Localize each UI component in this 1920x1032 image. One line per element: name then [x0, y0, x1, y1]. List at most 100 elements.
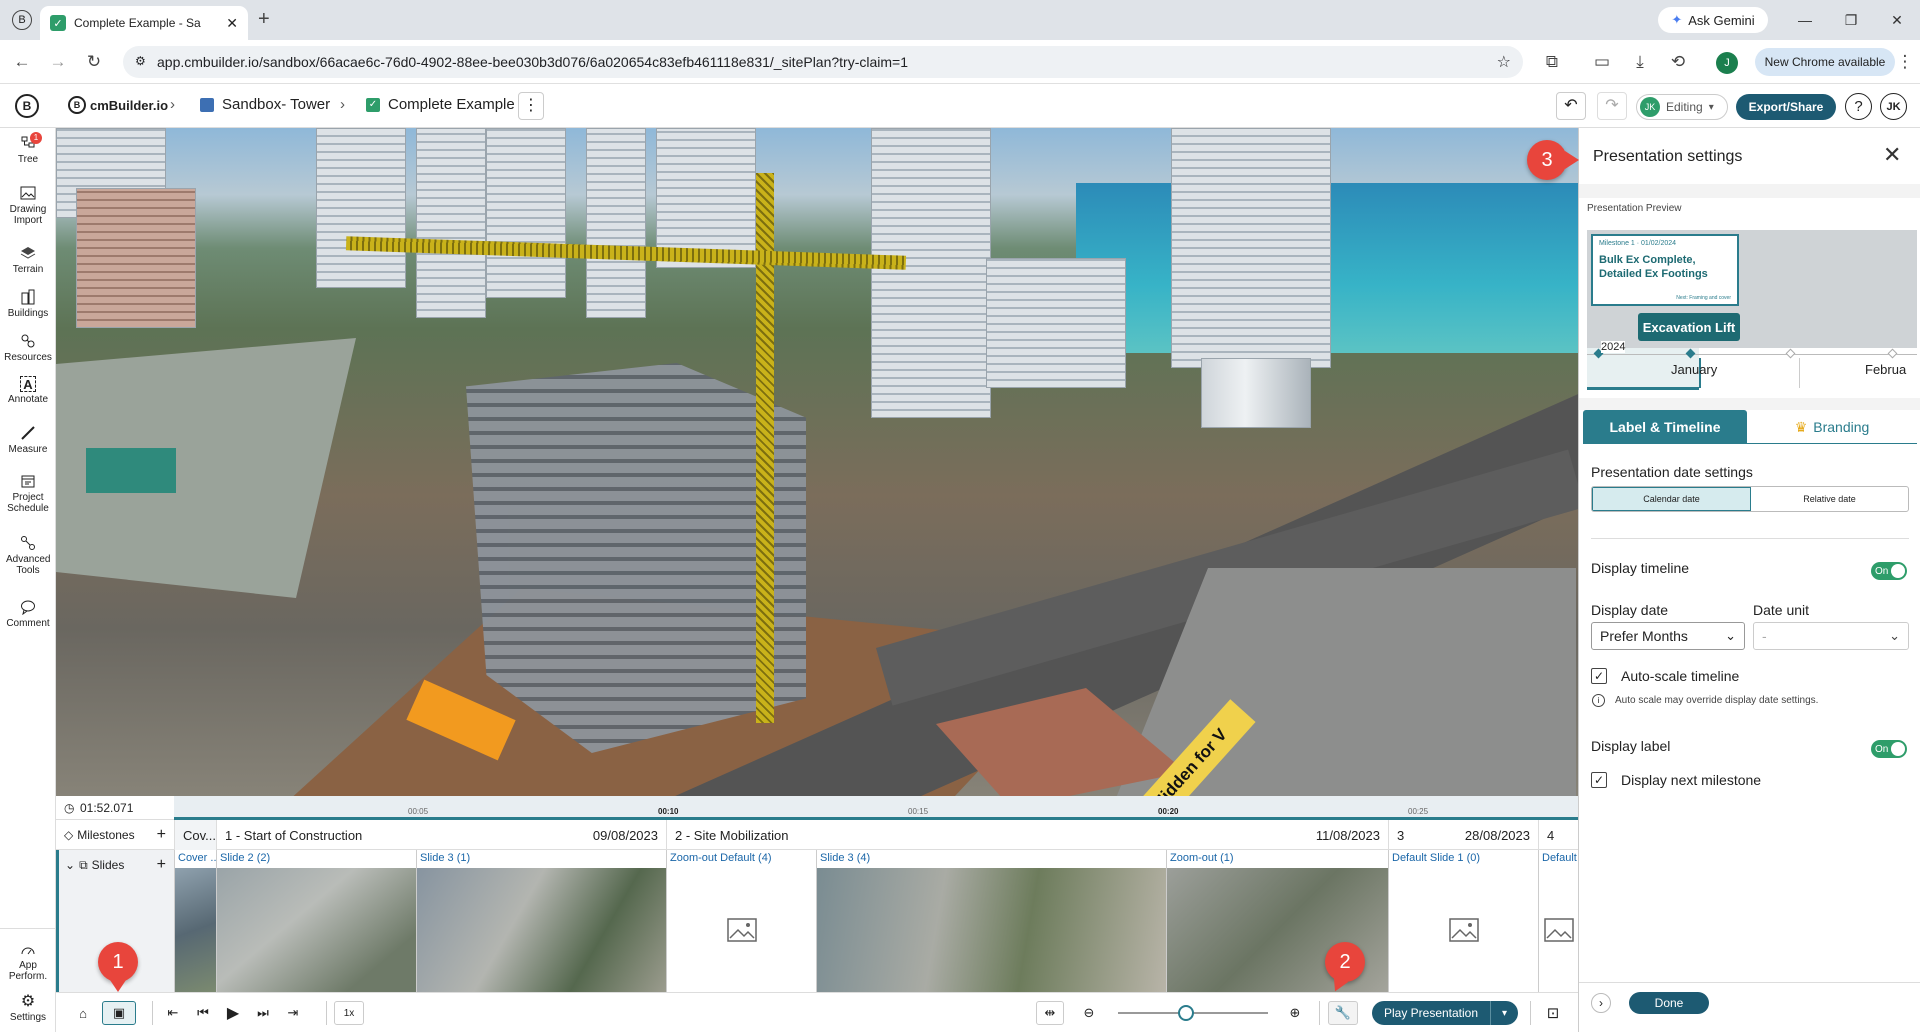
- sidebar-item-app-performance[interactable]: App Perform.: [0, 940, 56, 982]
- chevron-right-icon[interactable]: ›: [1591, 993, 1611, 1013]
- relative-date-option[interactable]: Relative date: [1751, 487, 1908, 511]
- fullscreen-preview-icon[interactable]: ⊡: [1540, 1001, 1566, 1025]
- sidebar-item-advanced-tools[interactable]: Advanced Tools: [0, 534, 56, 576]
- help-icon[interactable]: ?: [1845, 93, 1872, 120]
- chevron-down-icon: ⌄: [1889, 628, 1900, 643]
- milestone-segment[interactable]: Cov...: [174, 820, 216, 850]
- slide-thumbnail[interactable]: Default Slide 1 (0): [1538, 850, 1578, 992]
- current-time: 01:52.071: [80, 801, 134, 815]
- zoom-slider-thumb[interactable]: [1177, 1005, 1194, 1021]
- skip-to-start-icon[interactable]: ⇤: [160, 1001, 186, 1025]
- bookmark-star-icon[interactable]: ☆: [1497, 52, 1511, 72]
- site-info-icon[interactable]: ⚙: [135, 54, 146, 68]
- chevron-down-icon[interactable]: ▾: [1490, 1001, 1518, 1025]
- tab-close-icon[interactable]: ✕: [226, 15, 238, 32]
- minimize-icon[interactable]: —: [1782, 0, 1828, 40]
- redo-icon[interactable]: ↷: [1597, 92, 1627, 120]
- new-chrome-available-button[interactable]: New Chrome available: [1755, 48, 1895, 76]
- window-close-icon[interactable]: ✕: [1874, 0, 1920, 40]
- next-milestone-checkbox[interactable]: ✓: [1591, 772, 1607, 788]
- app-logo-icon[interactable]: B: [15, 94, 39, 118]
- time-ruler[interactable]: 00:05 00:10 00:15 00:20 00:25: [174, 796, 1578, 820]
- sidebar-item-resources[interactable]: Resources: [0, 332, 56, 363]
- slide-thumbnail[interactable]: Slide 3 (1): [416, 850, 666, 992]
- breadcrumb-project[interactable]: Sandbox- Tower: [222, 96, 330, 113]
- chrome-menu-icon[interactable]: ⋮: [1893, 50, 1917, 74]
- slide-thumbnail[interactable]: Slide 3 (4): [816, 850, 1166, 992]
- milestone-segment[interactable]: 3 28/08/2023: [1388, 820, 1538, 850]
- sidebar-item-settings[interactable]: ⚙ Settings: [0, 992, 56, 1023]
- zoom-out-icon[interactable]: ⊖: [1076, 1001, 1102, 1025]
- more-options-icon[interactable]: ⋮: [518, 92, 544, 120]
- annotate-icon: A: [20, 376, 36, 392]
- date-unit-select[interactable]: - ⌄: [1753, 622, 1909, 650]
- presentation-mode-icon[interactable]: ▣: [102, 1001, 136, 1025]
- skip-to-end-icon[interactable]: ⇥: [280, 1001, 306, 1025]
- slide-label: Default Slide 1 (0): [1392, 852, 1481, 864]
- user-avatar[interactable]: JK: [1880, 93, 1907, 120]
- milestone-segment[interactable]: 2 - Site Mobilization 11/08/2023: [666, 820, 1388, 850]
- history-icon[interactable]: ⟲: [1666, 50, 1690, 74]
- display-label-toggle[interactable]: On: [1871, 740, 1907, 758]
- crane-view-icon[interactable]: ⌂: [70, 1001, 96, 1025]
- ask-gemini-button[interactable]: ✦ Ask Gemini: [1658, 7, 1768, 33]
- slide-thumbnail[interactable]: Slide 2 (2): [216, 850, 416, 992]
- fit-timeline-icon[interactable]: ⇹: [1036, 1001, 1064, 1025]
- tab-label-timeline[interactable]: Label & Timeline: [1583, 410, 1747, 444]
- display-date-select[interactable]: Prefer Months ⌄: [1591, 622, 1745, 650]
- play-presentation-button[interactable]: Play Presentation: [1372, 1001, 1490, 1025]
- browser-tab[interactable]: ✓ Complete Example - Sa ✕: [40, 6, 248, 40]
- milestone-segment[interactable]: 1 - Start of Construction 09/08/2023: [216, 820, 666, 850]
- new-tab-icon[interactable]: +: [258, 8, 270, 31]
- extensions-icon[interactable]: ⧉: [1540, 50, 1564, 74]
- playback-speed-button[interactable]: 1x: [334, 1001, 364, 1025]
- chevron-down-icon[interactable]: ⌄: [65, 858, 75, 872]
- annotation-marker-2: 2: [1325, 942, 1365, 982]
- add-milestone-icon[interactable]: +: [157, 826, 166, 844]
- back-icon[interactable]: ←: [10, 50, 34, 74]
- panel-title: Presentation settings: [1593, 148, 1743, 165]
- sidebar-item-annotate[interactable]: A Annotate: [0, 376, 56, 405]
- sidebar-item-buildings[interactable]: Buildings: [0, 288, 56, 319]
- display-timeline-toggle[interactable]: On: [1871, 562, 1907, 580]
- sidebar-item-terrain[interactable]: Terrain: [0, 244, 56, 275]
- preview-month-divider: [1799, 358, 1800, 388]
- slide-thumbnail[interactable]: Default Slide 1 (0): [1388, 850, 1538, 992]
- slide-thumbnail[interactable]: Cover ...: [174, 850, 216, 992]
- zoom-in-icon[interactable]: ⊕: [1282, 1001, 1308, 1025]
- cmbuilder-logo[interactable]: B cmBuilder.io: [68, 96, 168, 114]
- export-share-button[interactable]: Export/Share: [1736, 94, 1836, 120]
- done-button[interactable]: Done: [1629, 992, 1709, 1014]
- profile-avatar[interactable]: J: [1716, 52, 1738, 74]
- reload-icon[interactable]: ↻: [82, 50, 106, 74]
- url-bar[interactable]: ⚙ app.cmbuilder.io/sandbox/66acae6c-76d0…: [123, 46, 1523, 78]
- add-slide-icon[interactable]: +: [157, 856, 166, 874]
- forward-icon[interactable]: →: [46, 50, 70, 74]
- app-menu-icon[interactable]: B: [12, 10, 32, 30]
- editing-mode-dropdown[interactable]: JK Editing ▾: [1636, 94, 1728, 120]
- close-icon[interactable]: ✕: [1883, 142, 1901, 168]
- tab-branding[interactable]: ♛ Branding: [1747, 410, 1917, 444]
- zoom-slider-track[interactable]: [1118, 1005, 1268, 1021]
- sidebar-item-tree[interactable]: Tree 1: [0, 132, 56, 165]
- autoscale-checkbox[interactable]: ✓: [1591, 668, 1607, 684]
- sidebar-item-drawing-import[interactable]: Drawing Import: [0, 184, 56, 226]
- app-header: B B cmBuilder.io › Sandbox- Tower › ✓ Co…: [0, 84, 1920, 128]
- slide-thumbnail[interactable]: Zoom-out Default (4): [666, 850, 816, 992]
- milestone-segment[interactable]: 4: [1538, 820, 1578, 850]
- restore-icon[interactable]: ❐: [1828, 0, 1874, 40]
- play-icon[interactable]: ▶: [220, 1001, 246, 1025]
- sidebar-item-comment[interactable]: Comment: [0, 598, 56, 629]
- presentation-settings-wrench-icon[interactable]: 🔧: [1328, 1001, 1358, 1025]
- download-icon[interactable]: ⤓: [1628, 50, 1652, 74]
- undo-icon[interactable]: ↶: [1556, 92, 1586, 120]
- sidebar-item-measure[interactable]: Measure: [0, 424, 56, 455]
- sidebar-item-project-schedule[interactable]: Project Schedule: [0, 472, 56, 514]
- cast-icon[interactable]: ▭: [1590, 50, 1614, 74]
- step-back-icon[interactable]: ⏮: [190, 1001, 216, 1025]
- breadcrumb-plan[interactable]: Complete Example: [388, 96, 515, 113]
- 3d-viewport[interactable]: Area Hidden for V N ⟲ 2D ☂: [56, 128, 1578, 796]
- calendar-date-option[interactable]: Calendar date: [1592, 487, 1751, 511]
- step-forward-icon[interactable]: ⏭: [250, 1001, 276, 1025]
- gemini-icon: ✦: [1671, 12, 1683, 27]
